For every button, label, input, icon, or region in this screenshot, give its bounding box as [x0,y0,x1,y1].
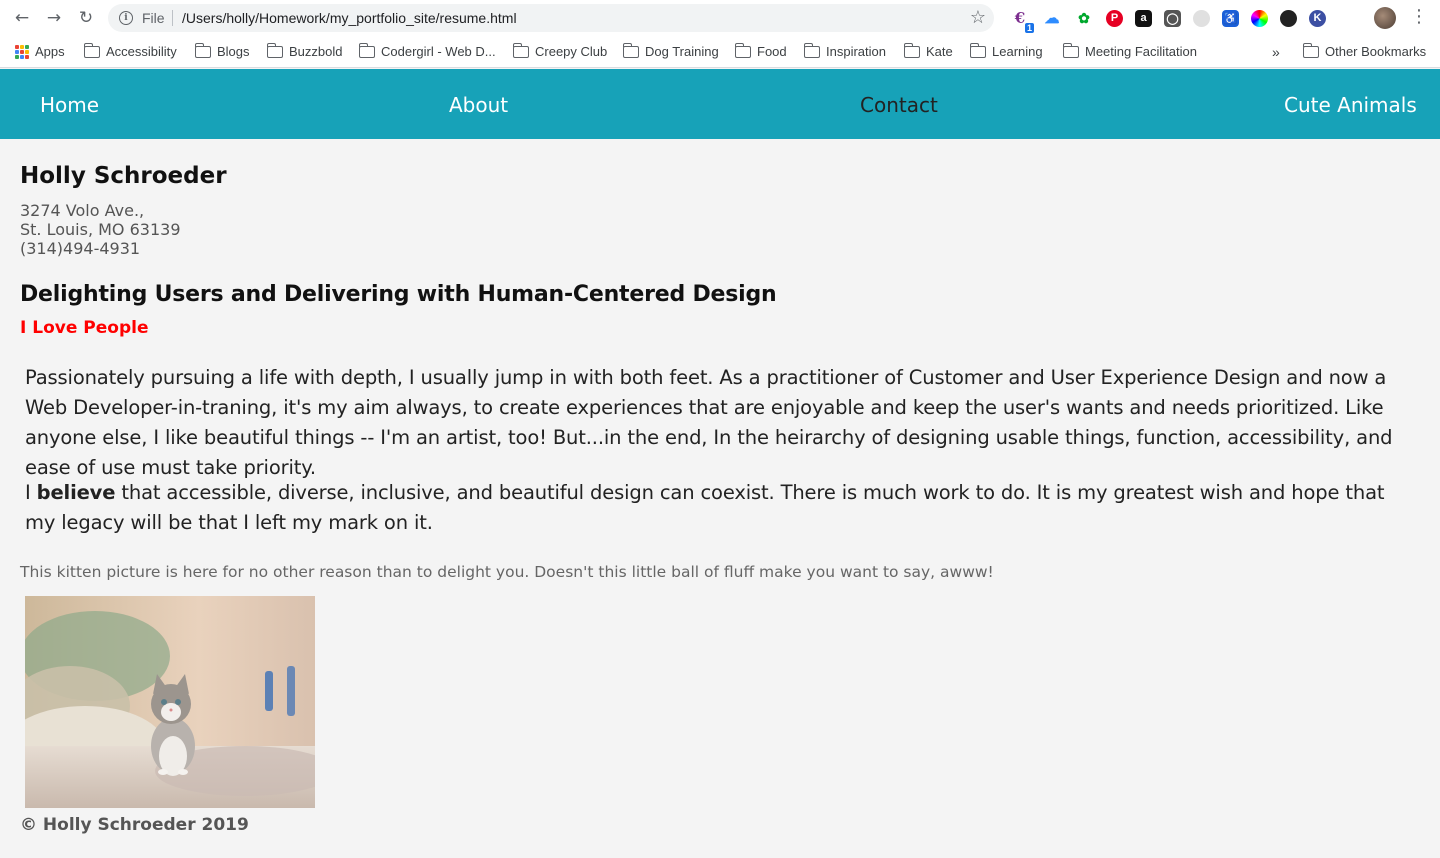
extension-dark-icon[interactable] [1280,9,1297,27]
folder-icon [969,42,986,58]
folder-icon [194,42,211,58]
bookmark-label: Meeting Facilitation [1085,44,1197,59]
bookmark-folder[interactable]: Meeting Facilitation [1062,42,1197,59]
omnibox-divider [172,10,173,26]
phone-number: (314)494-4931 [20,239,141,258]
folder-icon [1302,42,1319,58]
nav-link-about[interactable]: About [449,93,508,117]
bookmarks-overflow-chevron-icon[interactable]: » [1272,44,1280,60]
bookmark-label: Food [757,44,787,59]
nav-link-contact[interactable]: Contact [860,93,938,117]
profile-avatar[interactable] [1374,7,1396,29]
bookmark-label: Blogs [217,44,250,59]
folder-icon [266,42,283,58]
bookmark-label: Inspiration [826,44,886,59]
bookmark-folder[interactable]: Learning [969,42,1043,59]
folder-icon [903,42,920,58]
bookmark-label: Apps [35,44,65,59]
address-bar[interactable]: i File /Users/holly/Homework/my_portfoli… [108,4,994,32]
bookmark-label: Accessibility [106,44,177,59]
extension-pocket-icon[interactable]: € 1 [1010,8,1034,33]
extensions-area: € 1 ☁ ✿ P a ◯ ♿ K [1010,8,1326,33]
bookmark-star-icon[interactable]: ☆ [970,7,986,28]
nav-link-cute-animals[interactable]: Cute Animals [1284,93,1417,117]
nav-link-home[interactable]: Home [40,93,99,117]
headline: Delighting Users and Delivering with Hum… [20,282,777,307]
belief-paragraph: I believe that accessible, diverse, incl… [25,478,1420,538]
browser-toolbar: ← → ↻ i File /Users/holly/Homework/my_po… [0,0,1440,36]
bookmark-label: Dog Training [645,44,719,59]
bookmark-folder[interactable]: Buzzbold [266,42,343,59]
kitten-caption: This kitten picture is here for no other… [20,563,994,581]
reload-icon[interactable]: ↻ [75,7,97,29]
bookmark-folder[interactable]: Codergirl - Web D... [358,42,496,59]
folder-icon [83,42,100,58]
bookmark-apps[interactable]: Apps [15,44,65,59]
kebab-menu-icon[interactable]: ⋮ [1410,6,1428,27]
bookmark-folder[interactable]: Dog Training [622,42,719,59]
folder-icon [1062,42,1079,58]
back-arrow-icon[interactable]: ← [11,7,33,29]
url-text[interactable]: /Users/holly/Homework/my_portfolio_site/… [182,10,517,26]
extension-a-icon[interactable]: a [1135,9,1152,27]
bookmark-label: Creepy Club [535,44,608,59]
belief-emphasis: believe [36,481,116,504]
forward-arrow-icon[interactable]: → [43,7,65,29]
folder-icon [803,42,820,58]
address-line-1: 3274 Volo Ave., [20,201,145,220]
address-line-2: St. Louis, MO 63139 [20,220,181,239]
belief-rest: that accessible, diverse, inclusive, and… [25,481,1385,534]
bookmark-label: Kate [926,44,953,59]
tagline: I Love People [20,318,149,338]
copyright-footer: © Holly Schroeder 2019 [20,815,249,835]
bookmark-folder[interactable]: Food [734,42,787,59]
page-title: Holly Schroeder [20,163,227,189]
bookmark-label: Learning [992,44,1043,59]
info-icon[interactable]: i [119,11,133,25]
folder-icon [622,42,639,58]
file-scheme-label: File [142,10,165,26]
site-nav-bar: Home About Contact Cute Animals [0,69,1440,139]
bookmark-folder[interactable]: Inspiration [803,42,886,59]
apps-grid-icon [15,44,29,59]
bookmark-label: Codergirl - Web D... [381,44,496,59]
bookmark-folder[interactable]: Blogs [194,42,250,59]
intro-paragraph: Passionately pursuing a life with depth,… [25,366,1393,479]
belief-lead: I [25,481,37,504]
bookmarks-bar: Apps Accessibility Blogs Buzzbold Coderg… [0,36,1440,68]
folder-icon [734,42,751,58]
contact-address: 3274 Volo Ave., St. Louis, MO 63139 (314… [20,201,181,258]
bookmark-label: Other Bookmarks [1325,44,1427,59]
kitten-photo [25,596,315,808]
bookmark-folder[interactable]: Creepy Club [512,42,608,59]
extension-badge: 1 [1024,23,1034,33]
extension-key-icon[interactable]: ◯ [1164,9,1181,27]
extension-grey-icon[interactable] [1193,9,1210,27]
extension-k-icon[interactable]: K [1309,9,1326,27]
evernote-icon[interactable]: ✿ [1074,8,1094,28]
accessibility-extension-icon[interactable]: ♿ [1222,9,1239,27]
bookmark-other[interactable]: Other Bookmarks [1302,42,1427,59]
folder-icon [512,42,529,58]
folder-icon [358,42,375,58]
bookmark-folder[interactable]: Kate [903,42,953,59]
color-picker-icon[interactable] [1251,9,1268,27]
cloud-icon[interactable]: ☁ [1042,8,1062,28]
bookmark-folder[interactable]: Accessibility [83,42,177,59]
bookmark-label: Buzzbold [289,44,343,59]
pinterest-icon[interactable]: P [1106,9,1123,27]
